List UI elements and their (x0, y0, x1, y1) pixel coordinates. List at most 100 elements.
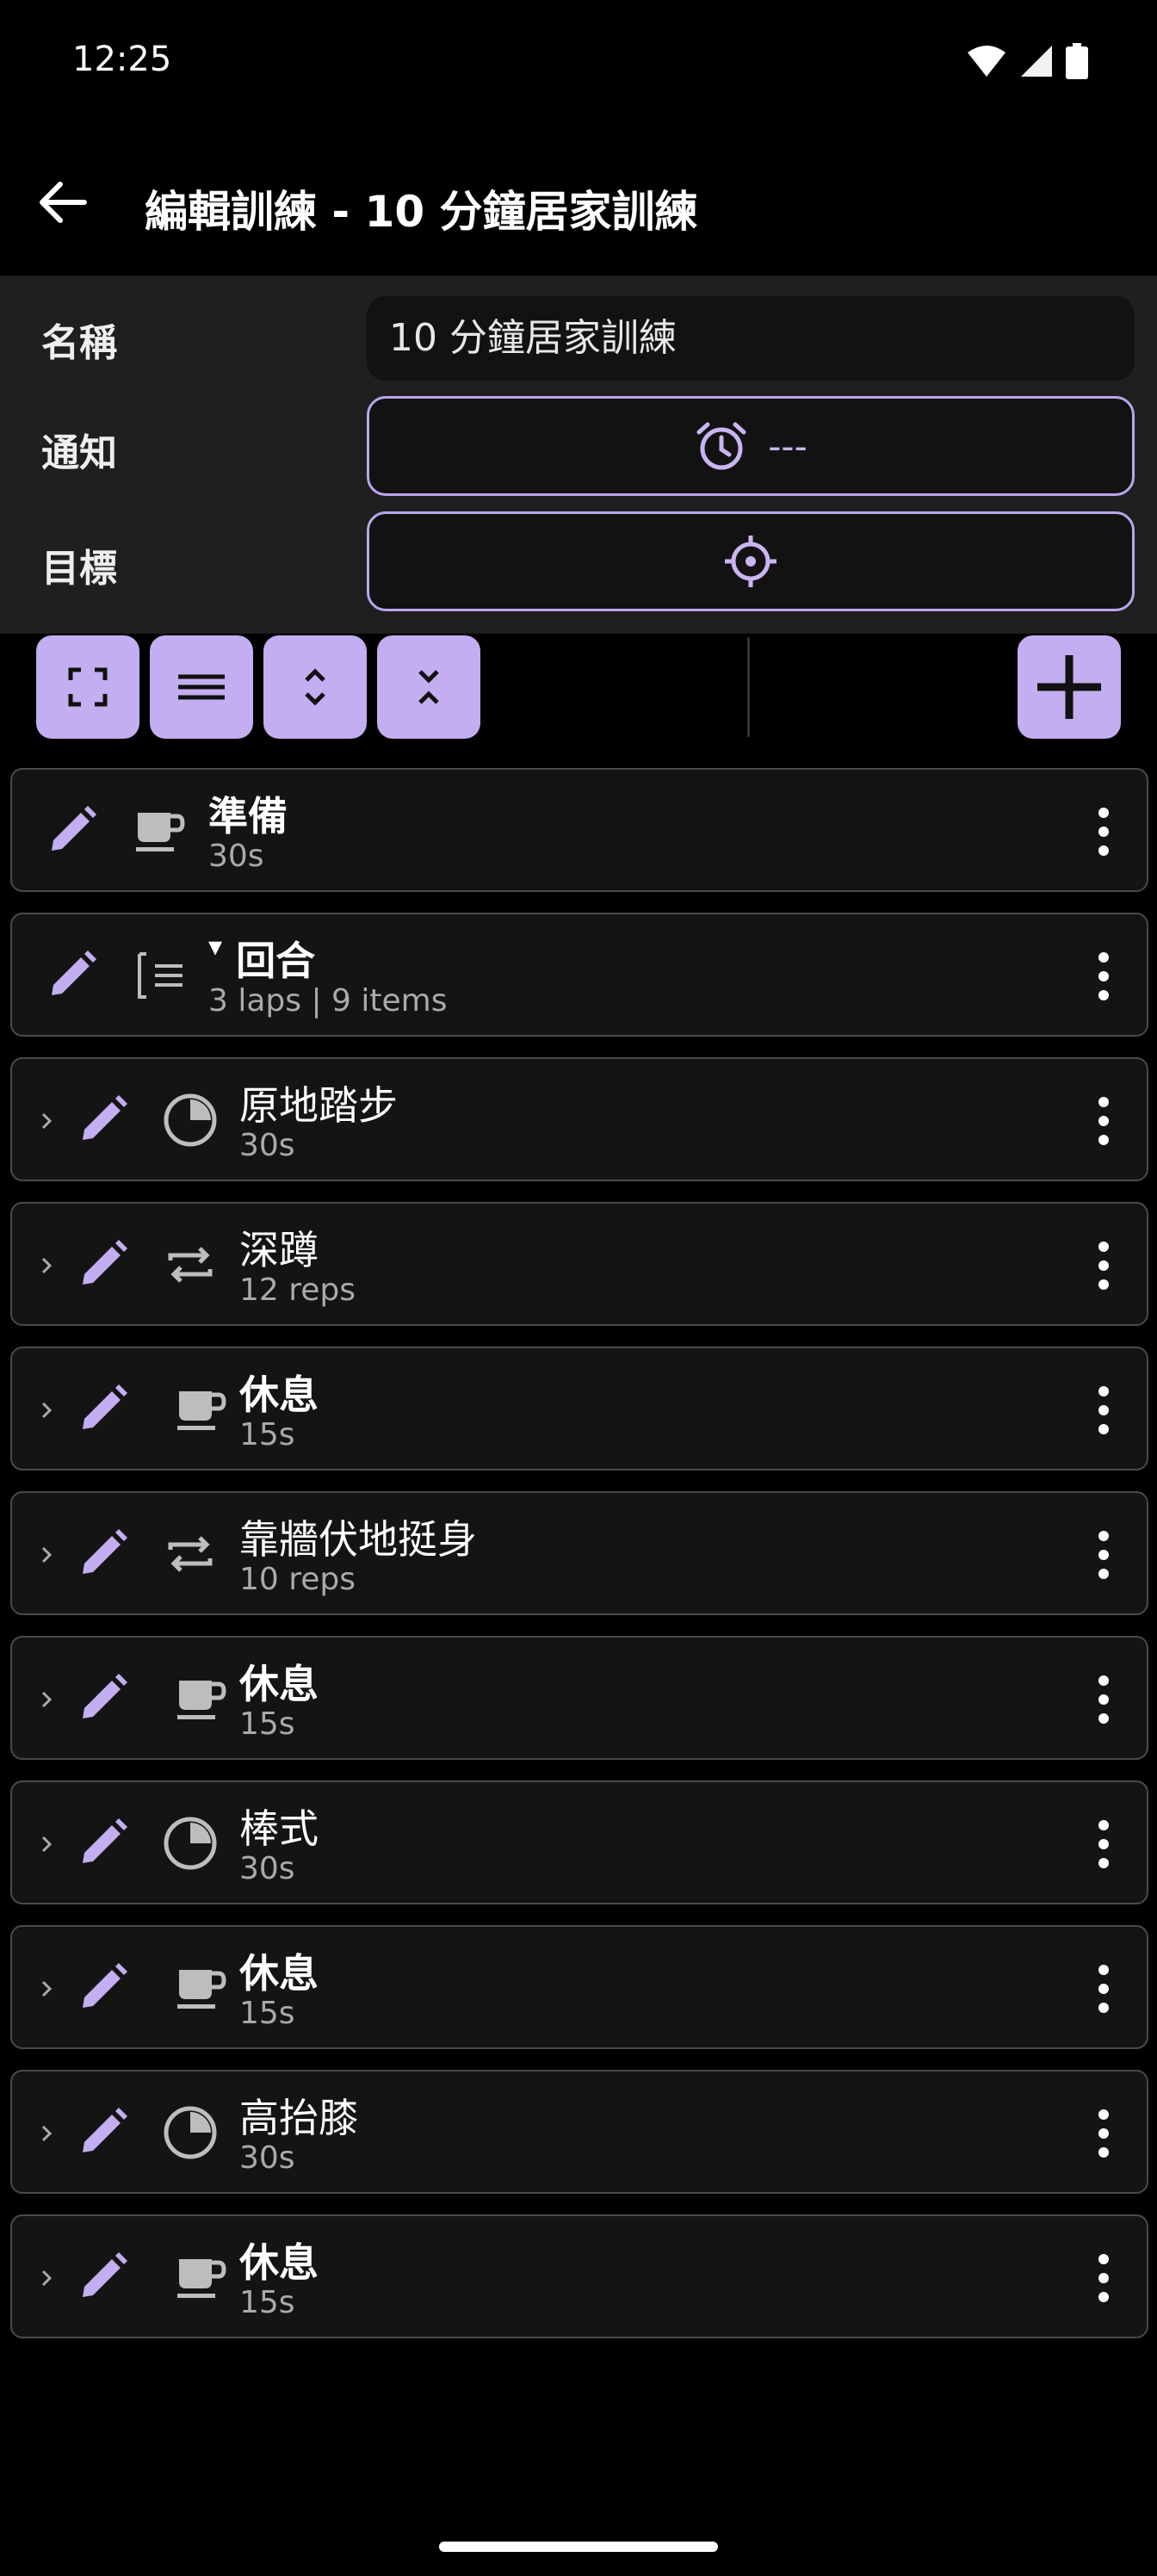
pencil-icon[interactable] (76, 1381, 131, 1436)
chevron-right-icon[interactable] (38, 1104, 59, 1138)
more-vert-icon[interactable] (1095, 1383, 1112, 1438)
expand-all-button[interactable] (263, 635, 367, 739)
toolbar-divider (747, 637, 750, 737)
item-name: 靠牆伏地挺身 (239, 1516, 477, 1563)
item-name: 休息 (239, 1950, 319, 1997)
coffee-cup-icon (177, 2259, 226, 2298)
collapse-all-button[interactable] (377, 635, 480, 739)
status-time: 12:25 (72, 40, 172, 79)
item-subtitle: 15s (239, 1706, 295, 1742)
more-vert-icon[interactable] (1095, 1817, 1112, 1872)
pencil-icon[interactable] (76, 2104, 131, 2159)
item-name: 準備 (208, 793, 288, 839)
chevron-right-icon[interactable] (38, 1682, 59, 1717)
pencil-icon[interactable] (76, 1526, 131, 1581)
list-group-icon (138, 952, 183, 999)
item-subtitle: 15s (239, 1996, 295, 2031)
timer-pie-icon (164, 1093, 217, 1147)
coffee-cup-icon (177, 1391, 226, 1430)
list-item[interactable]: 休息 15s (10, 1347, 1148, 1471)
coffee-cup-icon (177, 1970, 226, 2009)
pencil-icon[interactable] (76, 2249, 131, 2304)
item-subtitle: 15s (239, 1417, 295, 1452)
menu-lines-icon (178, 674, 225, 700)
more-vert-icon[interactable] (1095, 2106, 1112, 2161)
item-name: 高抬膝 (239, 2095, 358, 2141)
more-vert-icon[interactable] (1095, 1961, 1112, 2016)
item-name: 休息 (239, 1661, 319, 1707)
item-subtitle: 30s (239, 2140, 295, 2176)
more-vert-icon[interactable] (1095, 804, 1112, 859)
item-name: 棒式 (239, 1805, 319, 1852)
list-item[interactable]: 棒式 30s (10, 1780, 1148, 1904)
item-subtitle: 30s (239, 1851, 295, 1886)
chevron-right-icon[interactable] (38, 1827, 59, 1861)
pencil-icon[interactable] (45, 947, 100, 1002)
add-button[interactable] (1018, 635, 1121, 739)
fullscreen-button[interactable] (36, 635, 139, 739)
name-input[interactable]: 10 分鐘居家訓練 (367, 296, 1135, 381)
signal-icon (1021, 46, 1052, 77)
item-name: 原地踏步 (239, 1082, 398, 1129)
more-vert-icon[interactable] (1095, 1238, 1112, 1293)
wifi-icon (968, 46, 1005, 77)
item-name-row: ▾ 回合 (208, 930, 315, 987)
chevron-right-icon[interactable] (38, 2261, 59, 2295)
pencil-icon[interactable] (76, 1236, 131, 1291)
expanded-marker[interactable]: ▾ (208, 930, 222, 963)
battery-icon (1066, 43, 1088, 79)
pencil-icon[interactable] (76, 1960, 131, 2015)
timer-pie-icon (164, 1817, 217, 1870)
name-label: 名稱 (41, 321, 117, 365)
page-title: 編輯訓練 - 10 分鐘居家訓練 (145, 187, 698, 237)
chevron-right-icon[interactable] (38, 1972, 59, 2006)
list-item-group[interactable]: ▾ 回合 3 laps | 9 items (10, 913, 1148, 1037)
gesture-nav-bar[interactable] (439, 2542, 718, 2552)
list-item[interactable]: 休息 15s (10, 1636, 1148, 1760)
item-name: 深蹲 (239, 1227, 319, 1273)
item-subtitle: 12 reps (239, 1273, 356, 1308)
target-label: 目標 (41, 547, 117, 591)
crosshair-icon (725, 536, 776, 587)
chevron-right-icon[interactable] (38, 1393, 59, 1427)
notify-button[interactable]: --- (367, 396, 1135, 496)
chevron-right-icon[interactable] (38, 1248, 59, 1283)
coffee-cup-icon (136, 813, 185, 851)
item-subtitle: 10 reps (239, 1562, 356, 1597)
pencil-icon[interactable] (76, 1092, 131, 1147)
pencil-icon[interactable] (76, 1815, 131, 1870)
repeat-icon (168, 1247, 213, 1283)
more-vert-icon[interactable] (1095, 1527, 1112, 1582)
system-icons (966, 43, 1088, 79)
pencil-icon[interactable] (76, 1670, 131, 1725)
status-bar: 12:25 (0, 0, 1157, 129)
list-item[interactable]: 深蹲 12 reps (10, 1202, 1148, 1326)
more-vert-icon[interactable] (1095, 1672, 1112, 1727)
list-view-button[interactable] (150, 635, 253, 739)
pencil-icon[interactable] (45, 802, 100, 858)
chevron-right-icon[interactable] (38, 2116, 59, 2151)
more-vert-icon[interactable] (1095, 2251, 1112, 2306)
item-subtitle: 15s (239, 2285, 295, 2320)
chevron-right-icon[interactable] (38, 1538, 59, 1572)
item-subtitle: 3 laps | 9 items (208, 983, 448, 1019)
item-name: 回合 (236, 938, 316, 984)
item-subtitle: 30s (239, 1128, 295, 1163)
repeat-icon (168, 1536, 213, 1572)
list-item[interactable]: 靠牆伏地挺身 10 reps (10, 1491, 1148, 1615)
workout-form: 名稱 10 分鐘居家訓練 通知 --- 目標 (0, 276, 1157, 634)
notify-label: 通知 (41, 431, 117, 475)
target-button[interactable] (367, 511, 1135, 611)
list-item[interactable]: 原地踏步 30s (10, 1057, 1148, 1181)
item-name: 休息 (239, 2239, 319, 2286)
list-item[interactable]: 準備 30s (10, 768, 1148, 892)
coffee-cup-icon (177, 1681, 226, 1719)
item-subtitle: 30s (208, 839, 264, 874)
back-arrow-icon[interactable] (33, 172, 93, 232)
list-item[interactable]: 休息 15s (10, 2214, 1148, 2338)
list-item[interactable]: 高抬膝 30s (10, 2070, 1148, 2194)
more-vert-icon[interactable] (1095, 949, 1112, 1004)
list-item[interactable]: 休息 15s (10, 1925, 1148, 2049)
item-name: 休息 (239, 1372, 319, 1418)
more-vert-icon[interactable] (1095, 1093, 1112, 1149)
